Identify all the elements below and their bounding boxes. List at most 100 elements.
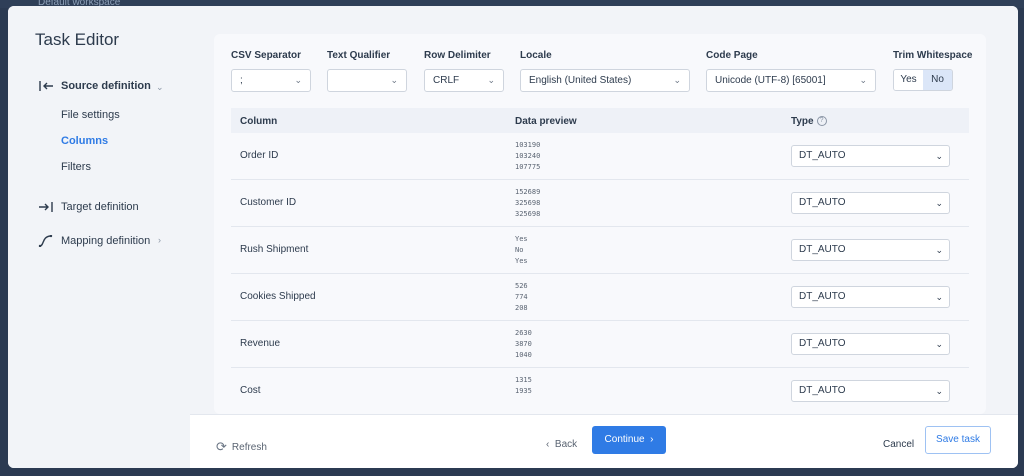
type-select[interactable]: DT_AUTO ⌄ bbox=[791, 333, 950, 355]
chevron-down-icon: ⌄ bbox=[935, 245, 943, 255]
chevron-right-icon[interactable]: › bbox=[158, 235, 161, 245]
table-row: Order ID 103190 103240 107775 DT_AUTO ⌄ bbox=[231, 133, 969, 180]
preview-value: 3870 bbox=[515, 340, 532, 348]
csv-separator-label: CSV Separator bbox=[231, 50, 302, 61]
sidebar-item-label: Source definition bbox=[61, 80, 151, 92]
chevron-down-icon: ⌄ bbox=[673, 75, 681, 85]
save-task-button[interactable]: Save task bbox=[925, 426, 991, 454]
preview-value: Yes bbox=[515, 235, 528, 243]
back-button[interactable]: ‹ Back bbox=[546, 439, 577, 450]
column-name: Order ID bbox=[240, 150, 279, 161]
sidebar-item-mapping-definition[interactable]: Mapping definition bbox=[38, 235, 150, 247]
chevron-left-icon: ‹ bbox=[546, 439, 550, 450]
header-column: Column bbox=[240, 116, 278, 127]
preview-value: 107775 bbox=[515, 163, 541, 171]
type-value: DT_AUTO bbox=[799, 385, 846, 396]
main-content: CSV Separator ; ⌄ Text Qualifier ⌄ Row D… bbox=[190, 6, 1018, 414]
data-preview: 1315 1935 bbox=[515, 375, 532, 397]
sidebar-item-label: Mapping definition bbox=[61, 235, 151, 247]
columns-panel: CSV Separator ; ⌄ Text Qualifier ⌄ Row D… bbox=[214, 34, 986, 414]
type-select[interactable]: DT_AUTO ⌄ bbox=[791, 380, 950, 402]
sidebar-item-target-definition[interactable]: Target definition bbox=[38, 201, 139, 213]
table-row: Customer ID 152689 325698 325698 DT_AUTO… bbox=[231, 180, 969, 227]
column-name: Rush Shipment bbox=[240, 244, 309, 255]
target-icon bbox=[38, 201, 54, 213]
row-delimiter-select[interactable]: CRLF ⌄ bbox=[424, 69, 504, 92]
code-page-value: Unicode (UTF-8) [65001] bbox=[715, 75, 826, 86]
type-select[interactable]: DT_AUTO ⌄ bbox=[791, 286, 950, 308]
table-row: Rush Shipment Yes No Yes DT_AUTO ⌄ bbox=[231, 227, 969, 274]
code-page-select[interactable]: Unicode (UTF-8) [65001] ⌄ bbox=[706, 69, 876, 92]
help-icon[interactable]: ? bbox=[816, 116, 827, 127]
trim-whitespace-label: Trim Whitespace bbox=[893, 50, 973, 61]
back-label: Back bbox=[554, 439, 578, 450]
preview-value: 526 bbox=[515, 282, 528, 290]
preview-value: 152689 bbox=[515, 188, 541, 196]
type-select[interactable]: DT_AUTO ⌄ bbox=[791, 239, 950, 261]
continue-button[interactable]: Continue › bbox=[592, 426, 666, 454]
preview-value: 1040 bbox=[515, 351, 532, 359]
trim-whitespace-yes[interactable]: Yes bbox=[894, 70, 923, 90]
chevron-right-icon: › bbox=[650, 434, 654, 445]
chevron-down-icon[interactable]: ⌄ bbox=[156, 82, 164, 93]
type-select[interactable]: DT_AUTO ⌄ bbox=[791, 192, 950, 214]
preview-value: 2630 bbox=[515, 329, 532, 337]
preview-value: 325698 bbox=[515, 199, 541, 207]
table-row: Cookies Shipped 526 774 208 DT_AUTO ⌄ bbox=[231, 274, 969, 321]
chevron-down-icon: ⌄ bbox=[935, 292, 943, 302]
csv-separator-select[interactable]: ; ⌄ bbox=[231, 69, 311, 92]
text-qualifier-select[interactable]: ⌄ bbox=[327, 69, 407, 92]
preview-value: 1935 bbox=[515, 387, 532, 395]
refresh-button[interactable]: ⟳ Refresh bbox=[216, 439, 267, 455]
row-delimiter-value: CRLF bbox=[433, 75, 460, 86]
data-preview: 2630 3870 1040 bbox=[515, 328, 532, 361]
sidebar-item-label: Target definition bbox=[61, 201, 139, 213]
code-page-label: Code Page bbox=[706, 50, 758, 61]
refresh-label: Refresh bbox=[231, 441, 267, 453]
chevron-down-icon: ⌄ bbox=[935, 386, 943, 396]
chevron-down-icon: ⌄ bbox=[294, 75, 302, 85]
chevron-down-icon: ⌄ bbox=[859, 75, 867, 85]
header-type-label: Type bbox=[791, 116, 814, 127]
preview-value: 103190 bbox=[515, 141, 541, 149]
locale-label: Locale bbox=[520, 50, 552, 61]
preview-value: No bbox=[515, 246, 524, 254]
chevron-down-icon: ⌄ bbox=[935, 339, 943, 349]
column-name: Customer ID bbox=[240, 197, 297, 208]
data-preview: 103190 103240 107775 bbox=[515, 140, 540, 173]
column-name: Cookies Shipped bbox=[240, 291, 316, 302]
preview-value: 1315 bbox=[515, 376, 532, 384]
sidebar-item-source-definition[interactable]: Source definition bbox=[38, 80, 151, 92]
text-qualifier-label: Text Qualifier bbox=[327, 50, 391, 61]
source-icon bbox=[38, 80, 54, 92]
columns-table-body: Order ID 103190 103240 107775 DT_AUTO ⌄ … bbox=[231, 133, 969, 414]
trim-whitespace-toggle: Yes No bbox=[893, 69, 953, 91]
type-value: DT_AUTO bbox=[799, 150, 846, 161]
mapping-icon bbox=[38, 235, 54, 247]
locale-value: English (United States) bbox=[529, 75, 632, 86]
task-editor-modal: Task Editor Source definition ⌄ File set… bbox=[8, 6, 1018, 468]
sidebar-subitem-file-settings[interactable]: File settings bbox=[61, 109, 120, 121]
sidebar-title: Task Editor bbox=[35, 30, 120, 49]
preview-value: Yes bbox=[515, 257, 528, 265]
header-data-preview: Data preview bbox=[515, 116, 577, 127]
sidebar-subitem-columns[interactable]: Columns bbox=[61, 135, 108, 147]
locale-select[interactable]: English (United States) ⌄ bbox=[520, 69, 690, 92]
table-row: Cost 1315 1935 DT_AUTO ⌄ bbox=[231, 368, 969, 414]
cancel-button[interactable]: Cancel bbox=[883, 439, 914, 450]
type-value: DT_AUTO bbox=[799, 244, 846, 255]
column-name: Revenue bbox=[240, 338, 281, 349]
type-value: DT_AUTO bbox=[799, 291, 846, 302]
type-select[interactable]: DT_AUTO ⌄ bbox=[791, 145, 950, 167]
table-row: Revenue 2630 3870 1040 DT_AUTO ⌄ bbox=[231, 321, 969, 368]
preview-value: 103240 bbox=[515, 152, 541, 160]
sidebar-subitem-filters[interactable]: Filters bbox=[61, 161, 91, 173]
trim-whitespace-no[interactable]: No bbox=[923, 70, 952, 90]
column-name: Cost bbox=[240, 385, 261, 396]
data-preview: 526 774 208 bbox=[515, 281, 528, 314]
columns-table-header: Column Data preview Type? bbox=[231, 108, 969, 133]
sidebar: Task Editor Source definition ⌄ File set… bbox=[8, 6, 190, 468]
footer-bar: ⟳ Refresh ‹ Back Continue › Cancel Save … bbox=[190, 414, 1018, 468]
continue-label: Continue bbox=[604, 434, 645, 445]
chevron-down-icon: ⌄ bbox=[487, 75, 495, 85]
